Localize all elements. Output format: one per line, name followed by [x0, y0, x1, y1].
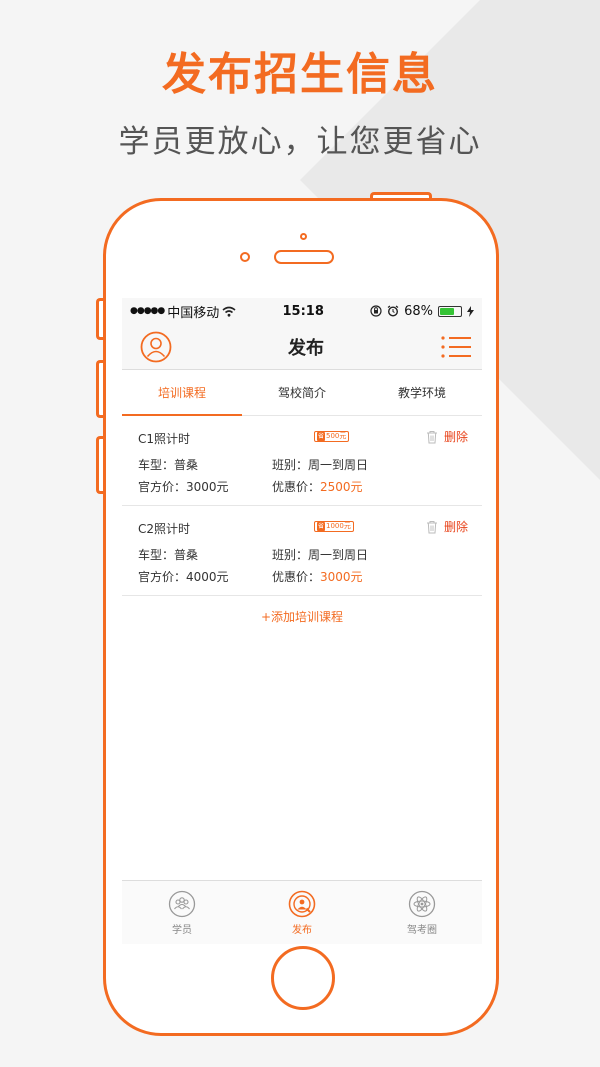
charging-bolt-icon [466, 305, 474, 317]
phone-home-button [271, 946, 335, 1010]
tabbar-label-students: 学员 [172, 924, 192, 936]
savings-tag-amount: 500元 [326, 432, 347, 440]
phone-speaker [274, 250, 334, 264]
tabbar-item-publish[interactable]: 发布 [242, 881, 362, 944]
tab-training-courses[interactable]: 培训课程 [122, 370, 242, 416]
phone-sensor [240, 252, 250, 262]
alarm-icon [387, 305, 399, 317]
discount-price-value: 2500元 [320, 480, 363, 494]
course-name: C1照计时 [138, 432, 191, 446]
discount-price: 优惠价：3000元 [272, 568, 363, 585]
course-name: C2照计时 [138, 522, 191, 536]
publish-icon [288, 890, 316, 917]
delete-button[interactable]: 删除 [426, 518, 468, 535]
tab-bar-top: 培训课程 驾校简介 教学环境 [122, 370, 482, 416]
official-price-label: 官方价： [138, 480, 187, 494]
discount-price-label: 优惠价： [272, 570, 321, 584]
official-price-value: 3000元 [186, 480, 229, 494]
delete-button[interactable]: 删除 [426, 428, 468, 445]
tab-teaching-environment[interactable]: 教学环境 [362, 370, 482, 415]
wifi-icon [222, 306, 236, 317]
bottom-tab-bar: 学员 发布 驾考圈 [122, 880, 482, 944]
app-screen: ●●●●● 中国移动 15:18 68% 发布 培训课程 驾校简介 教学环境 C… [122, 298, 482, 944]
battery-percent: 68% [404, 303, 433, 319]
car-type: 车型：普桑 [138, 458, 199, 472]
course-item[interactable]: C2照计时 省 1000元 删除 车型：普桑 班别：周一到周日 官方价：4000… [122, 506, 482, 596]
phone-camera [300, 233, 307, 240]
class-type: 班别：周一到周日 [272, 458, 369, 472]
official-price: 官方价：4000元 [138, 568, 229, 585]
list-menu-icon[interactable] [440, 333, 472, 361]
savings-tag-amount: 1000元 [326, 522, 351, 530]
add-course-button[interactable]: +添加培训课程 [122, 608, 482, 625]
official-price: 官方价：3000元 [138, 478, 229, 495]
trash-icon [426, 520, 437, 533]
promo-headline: 发布招生信息 [162, 49, 438, 100]
carrier-name: 中国移动 [167, 305, 220, 321]
course-item[interactable]: C1照计时 省 500元 删除 车型：普桑 班别：周一到周日 官方价：3000元… [122, 416, 482, 506]
official-price-label: 官方价： [138, 570, 187, 584]
signal-strength: ●●●●● [130, 306, 165, 316]
trash-icon [426, 430, 437, 443]
delete-label: 删除 [443, 430, 468, 444]
savings-tag-prefix: 省 [317, 432, 326, 441]
discount-price-value: 3000元 [320, 570, 363, 584]
savings-tag-prefix: 省 [317, 522, 326, 531]
atom-icon [408, 890, 436, 917]
car-type: 车型：普桑 [138, 548, 199, 562]
official-price-value: 4000元 [186, 570, 229, 584]
promo-subline: 学员更放心，让您更省心 [118, 124, 482, 160]
nav-bar: 发布 [122, 324, 482, 370]
students-icon [168, 890, 196, 917]
rotation-lock-icon [370, 305, 382, 317]
savings-tag: 省 1000元 [314, 521, 354, 532]
page-title: 发布 [288, 337, 324, 359]
user-circle-icon[interactable] [140, 331, 172, 363]
tab-school-intro[interactable]: 驾校简介 [242, 370, 362, 415]
discount-price-label: 优惠价： [272, 480, 321, 494]
status-bar: ●●●●● 中国移动 15:18 68% [122, 298, 482, 324]
status-time: 15:18 [282, 303, 324, 319]
battery-level-fill [439, 307, 454, 315]
savings-tag: 省 500元 [314, 431, 350, 442]
delete-label: 删除 [443, 520, 468, 534]
battery-icon [437, 305, 462, 317]
tabbar-label-publish: 发布 [292, 924, 312, 936]
tabbar-item-exam-circle[interactable]: 驾考圈 [362, 881, 482, 944]
tabbar-label-exam-circle: 驾考圈 [407, 924, 437, 936]
tabbar-item-students[interactable]: 学员 [122, 881, 242, 944]
class-type: 班别：周一到周日 [272, 548, 369, 562]
discount-price: 优惠价：2500元 [272, 478, 363, 495]
